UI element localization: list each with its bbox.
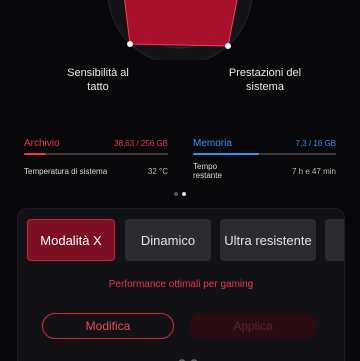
system-temperature-label: Temperatura di sistema [24,167,108,176]
edit-button[interactable]: Modifica [42,313,174,339]
remaining-time-value: 7 h e 47 min [291,167,336,176]
storage-value: 38,63 / 256 GB [114,139,168,148]
radar-shape [124,0,238,47]
memory-label: Memoria [193,138,232,149]
system-performance-label: Prestazioni del sistema [228,67,302,93]
more-options-icon[interactable] [176,355,200,361]
mode-x-button[interactable]: Modalità X [27,219,115,261]
performance-radar-chart [107,0,253,60]
page-dot[interactable] [174,192,178,196]
memory-bar-fill [193,153,259,155]
touch-sensitivity-label: Sensibilità al tatto [67,67,129,93]
remaining-time-label: Tempo restante [193,162,222,180]
mode-selector: Modalità X Dinamico Ultra resistente [27,219,344,263]
system-temperature-value: 32 °C [147,167,168,176]
storage-bar-fill [24,153,46,155]
next-mode-button-partial[interactable] [325,219,344,261]
storage-label: Archivio [24,138,60,149]
page-indicator[interactable] [0,192,360,200]
dynamic-mode-button[interactable]: Dinamico [125,219,211,261]
page-dot[interactable] [182,192,186,196]
apply-button[interactable]: Applica [189,313,317,339]
radar-point [127,41,133,47]
mode-panel: Modalità X Dinamico Ultra resistente Per… [17,208,345,361]
radar-point [225,43,231,49]
storage-bar-track [24,153,168,155]
mode-description: Performance ottimali per gaming [108,279,254,290]
memory-value: 7,3 / 16 GB [295,139,336,148]
ultra-durable-mode-button[interactable]: Ultra resistente [220,219,316,261]
